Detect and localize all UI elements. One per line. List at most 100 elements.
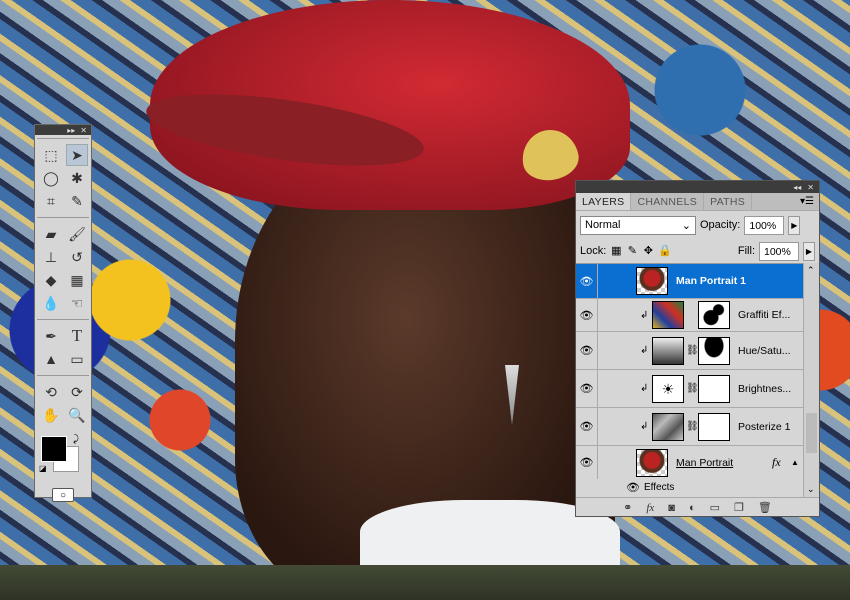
layers-list: 👁 Man Portrait 1 👁 ↲ Graffiti Ef... 👁 ↲ … xyxy=(576,263,803,497)
effects-row[interactable]: 👁 Effects xyxy=(576,479,803,497)
layer-row[interactable]: 👁 ↲ ⛓ Posterize 1 xyxy=(576,408,803,446)
new-adjustment-layer-icon[interactable]: ◐ xyxy=(689,502,696,514)
pen-tool-icon[interactable]: ✒ xyxy=(40,325,62,347)
collapse-icon[interactable]: ◂◂ xyxy=(793,183,801,192)
layer-row[interactable]: 👁 ↲ ☀ ⛓ Brightnes... xyxy=(576,370,803,408)
effects-label: Effects xyxy=(644,482,675,493)
visibility-eye-icon[interactable]: 👁 xyxy=(576,446,598,479)
layers-panel: ◂◂ ✕ LAYERS CHANNELS PATHS ▾☰ Normal ⌄ Opa… xyxy=(575,180,820,517)
visibility-eye-icon[interactable]: 👁 xyxy=(576,370,598,407)
dodge-tool-icon[interactable]: ☜ xyxy=(66,292,88,314)
layer-name: Brightnes... xyxy=(738,382,792,395)
chevron-down-icon: ⌄ xyxy=(681,219,691,232)
layer-mask-thumbnail xyxy=(698,336,730,365)
lock-all-icon[interactable]: 🔒 xyxy=(658,245,672,257)
fill-input[interactable]: 100% xyxy=(759,241,799,261)
layer-name: Graffiti Ef... xyxy=(738,309,791,321)
healing-brush-tool-icon[interactable]: ▰ xyxy=(40,223,62,245)
zoom-tool-icon[interactable]: 🔍 xyxy=(66,404,88,426)
close-icon[interactable]: ✕ xyxy=(80,126,87,135)
lock-image-icon[interactable]: ✎ xyxy=(626,245,638,257)
visibility-eye-icon[interactable]: 👁 xyxy=(576,299,598,331)
path-selection-tool-icon[interactable]: ▲ xyxy=(40,348,62,370)
add-layer-style-icon[interactable]: fx xyxy=(646,502,654,514)
opacity-label: Opacity: xyxy=(700,219,741,231)
tab-channels[interactable]: CHANNELS xyxy=(631,193,705,210)
visibility-eye-icon[interactable]: 👁 xyxy=(576,264,598,298)
3d-orbit-tool-icon[interactable]: ⟳ xyxy=(66,381,88,403)
add-mask-icon[interactable]: ◙ xyxy=(668,502,675,514)
opacity-input[interactable]: 100% xyxy=(744,215,785,235)
hand-tool-icon[interactable]: ✋ xyxy=(40,404,62,426)
marquee-tool-icon[interactable]: ⬚ xyxy=(40,144,62,166)
clipping-arrow-icon: ↲ xyxy=(640,383,649,394)
scroll-up-icon[interactable]: ⌃ xyxy=(807,265,815,276)
toolbox-header[interactable]: ▸▸ ✕ xyxy=(35,125,91,135)
layer-effects-fx-icon[interactable]: fx xyxy=(772,455,781,470)
layer-thumbnail xyxy=(636,448,668,477)
visibility-eye-icon[interactable]: 👁 xyxy=(626,481,640,494)
gradient-tool-icon[interactable]: ▦ xyxy=(66,269,88,291)
new-group-icon[interactable]: ▭ xyxy=(710,501,720,514)
history-brush-tool-icon[interactable]: ↺ xyxy=(66,246,88,268)
opacity-slider-button[interactable]: ▶ xyxy=(788,215,801,235)
close-icon[interactable]: ✕ xyxy=(807,183,814,192)
layer-row[interactable]: 👁 Man Portrait fx ▲ xyxy=(576,446,803,479)
toolbox-panel: ▸▸ ✕ ⬚ ➤ ◯ ✱ ⌗ ✎ ▰ 🖌 ⊥ ↺ ◆ ▦ 💧 ☜ ✒ T ▲ ▭ … xyxy=(34,124,92,502)
lock-label: Lock: xyxy=(580,245,607,257)
move-tool-icon[interactable]: ➤ xyxy=(66,144,88,166)
layer-name: Hue/Satu... xyxy=(738,344,791,357)
clipping-arrow-icon: ↲ xyxy=(640,421,649,432)
layer-row[interactable]: 👁 ↲ Graffiti Ef... xyxy=(576,299,803,332)
layer-thumbnail xyxy=(652,301,684,329)
layers-scrollbar[interactable]: ⌃ ⌄ xyxy=(803,263,819,497)
swap-colors-icon[interactable]: ⤸ xyxy=(73,434,79,445)
scroll-down-icon[interactable]: ⌄ xyxy=(807,484,815,495)
lock-transparency-icon[interactable]: ▦ xyxy=(610,245,622,257)
blur-tool-icon[interactable]: 💧 xyxy=(40,292,62,314)
link-chain-icon: ⛓ xyxy=(686,421,699,432)
tab-layers[interactable]: LAYERS xyxy=(576,193,632,210)
layer-row[interactable]: 👁 Man Portrait 1 xyxy=(576,264,803,299)
eyedropper-tool-icon[interactable]: ✎ xyxy=(66,190,88,212)
collapse-icon[interactable]: ▸▸ xyxy=(67,126,75,135)
clone-stamp-tool-icon[interactable]: ⊥ xyxy=(40,246,62,268)
quick-mask-button[interactable]: ○ xyxy=(52,488,74,502)
new-layer-icon[interactable]: ❐ xyxy=(734,501,744,514)
posterize-adjustment-icon xyxy=(652,412,684,441)
hue-saturation-adjustment-icon xyxy=(652,336,684,365)
delete-layer-icon[interactable]: 🗑 xyxy=(758,501,772,514)
crop-tool-icon[interactable]: ⌗ xyxy=(40,190,62,212)
fill-slider-button[interactable]: ▶ xyxy=(803,241,815,261)
layer-row[interactable]: 👁 ↲ ⛓ Hue/Satu... xyxy=(576,332,803,370)
default-colors-icon[interactable]: ◪ xyxy=(39,464,47,473)
expand-effects-toggle-icon[interactable]: ▲ xyxy=(791,458,799,467)
3d-rotate-tool-icon[interactable]: ⟲ xyxy=(40,381,62,403)
scrollbar-thumb[interactable] xyxy=(806,413,817,453)
layers-footer: ⚭ fx ◙ ◐ ▭ ❐ 🗑 xyxy=(576,497,819,517)
link-chain-icon: ⛓ xyxy=(686,345,699,356)
brightness-contrast-adjustment-icon: ☀ xyxy=(652,374,684,403)
rectangle-tool-icon[interactable]: ▭ xyxy=(66,348,88,370)
panel-menu-icon[interactable]: ▾☰ xyxy=(795,193,819,210)
layer-mask-thumbnail xyxy=(698,301,730,329)
layer-thumbnail xyxy=(636,267,668,295)
layer-name: Posterize 1 xyxy=(738,420,791,433)
foreground-color-swatch[interactable] xyxy=(41,436,67,462)
fill-label: Fill: xyxy=(737,245,755,257)
eraser-tool-icon[interactable]: ◆ xyxy=(40,269,62,291)
link-chain-icon: ⛓ xyxy=(686,383,699,394)
magic-wand-tool-icon[interactable]: ✱ xyxy=(66,167,88,189)
lasso-tool-icon[interactable]: ◯ xyxy=(40,167,62,189)
ground xyxy=(0,565,850,600)
tab-paths[interactable]: PATHS xyxy=(704,193,753,210)
panel-header[interactable]: ◂◂ ✕ xyxy=(576,181,819,193)
type-tool-icon[interactable]: T xyxy=(66,325,88,347)
visibility-eye-icon[interactable]: 👁 xyxy=(576,408,598,445)
blend-mode-select[interactable]: Normal ⌄ xyxy=(580,215,696,235)
layer-mask-thumbnail xyxy=(698,412,730,441)
link-layers-icon[interactable]: ⚭ xyxy=(623,501,632,514)
brush-tool-icon[interactable]: 🖌 xyxy=(66,223,88,245)
lock-position-icon[interactable]: ✥ xyxy=(642,245,654,257)
visibility-eye-icon[interactable]: 👁 xyxy=(576,332,598,369)
